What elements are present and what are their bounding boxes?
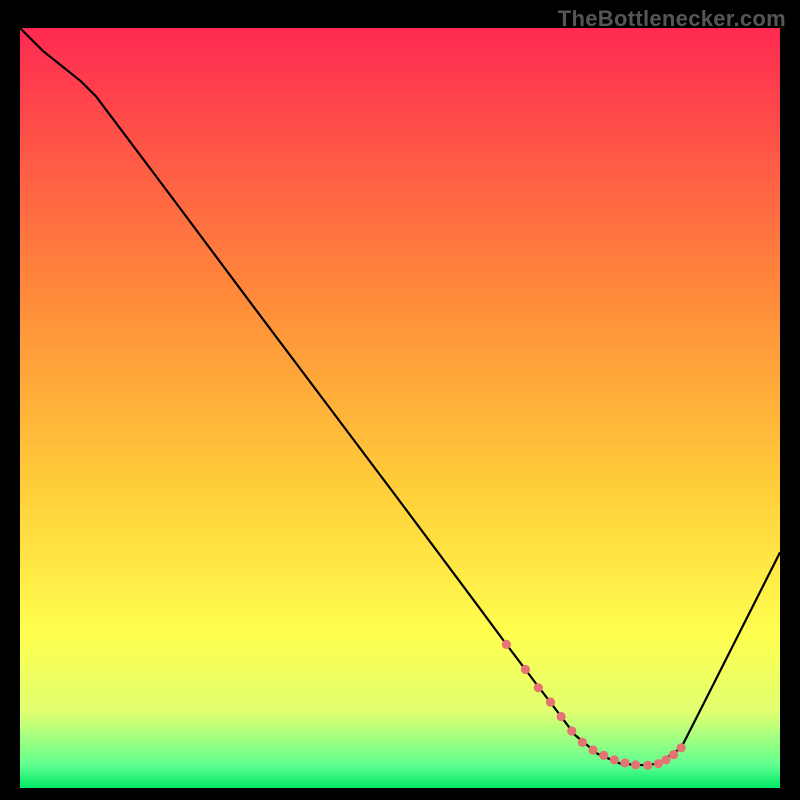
bottleneck-chart bbox=[20, 28, 780, 788]
highlight-marker bbox=[599, 751, 608, 760]
highlight-marker bbox=[502, 640, 511, 649]
highlight-marker bbox=[546, 698, 555, 707]
gradient-background bbox=[20, 28, 780, 788]
watermark-text: TheBottlenecker.com bbox=[558, 6, 786, 32]
highlight-marker bbox=[661, 755, 670, 764]
highlight-marker bbox=[578, 738, 587, 747]
highlight-marker bbox=[567, 726, 576, 735]
highlight-marker bbox=[631, 760, 640, 769]
highlight-marker bbox=[521, 665, 530, 674]
highlight-marker bbox=[588, 745, 597, 754]
highlight-marker bbox=[620, 758, 629, 767]
chart-container bbox=[20, 28, 780, 788]
highlight-marker bbox=[534, 683, 543, 692]
highlight-marker bbox=[557, 712, 566, 721]
highlight-marker bbox=[610, 755, 619, 764]
highlight-marker bbox=[677, 743, 686, 752]
highlight-marker bbox=[643, 761, 652, 770]
highlight-marker bbox=[669, 750, 678, 759]
